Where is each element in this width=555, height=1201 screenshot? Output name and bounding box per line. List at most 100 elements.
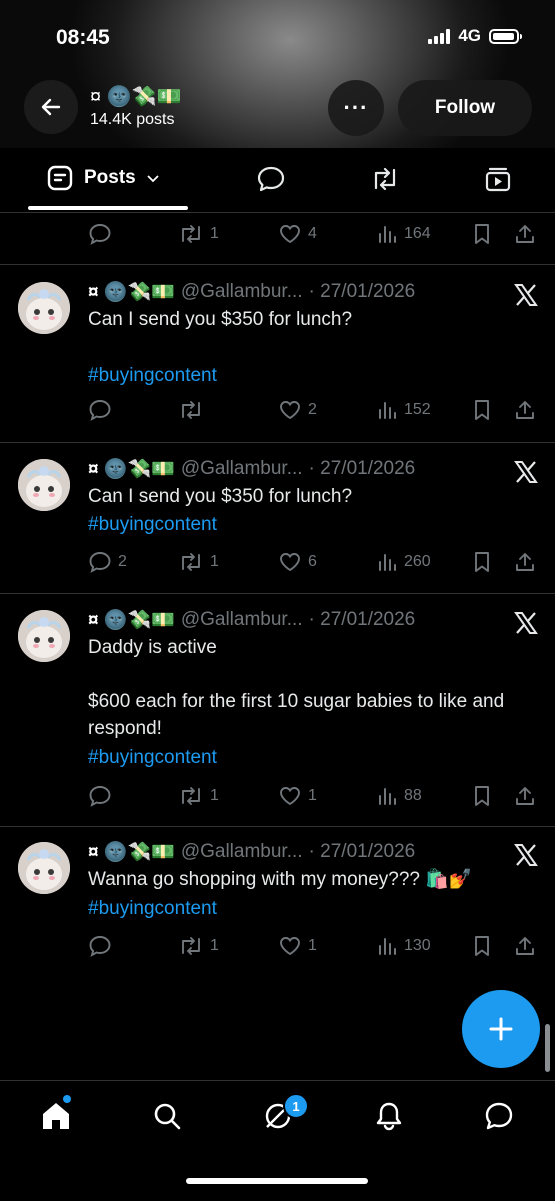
x-logo bbox=[512, 841, 540, 869]
post-author-name[interactable]: ¤ 🌚💸💵 bbox=[88, 840, 175, 864]
avatar[interactable] bbox=[18, 610, 70, 662]
like-count: 2 bbox=[308, 401, 317, 418]
post-actions: 1 1 130 bbox=[88, 932, 538, 960]
bookmark-button[interactable] bbox=[472, 932, 492, 960]
bookmark-button[interactable] bbox=[472, 548, 492, 576]
share-button[interactable] bbox=[514, 548, 536, 576]
post-date[interactable]: · 27/01/2026 bbox=[309, 609, 416, 631]
scrollbar[interactable] bbox=[545, 1024, 550, 1072]
bookmark-icon bbox=[475, 936, 489, 956]
like-count: 6 bbox=[308, 553, 317, 570]
x-logo-icon bbox=[514, 284, 538, 306]
tab-posts[interactable]: Posts bbox=[46, 164, 160, 192]
nav-search[interactable] bbox=[149, 1098, 185, 1134]
reply-icon bbox=[89, 552, 111, 573]
repost-icon bbox=[182, 937, 200, 955]
compose-button[interactable] bbox=[462, 990, 540, 1068]
battery-icon bbox=[489, 28, 522, 44]
share-button[interactable] bbox=[514, 782, 536, 810]
repost-button[interactable]: 1 bbox=[178, 548, 219, 576]
posts-icon bbox=[47, 165, 73, 191]
post-date[interactable]: · 27/01/2026 bbox=[309, 281, 416, 303]
reply-count: 2 bbox=[118, 553, 127, 570]
like-button[interactable]: 2 bbox=[278, 396, 317, 424]
reply-button[interactable] bbox=[88, 220, 112, 248]
post-handle[interactable]: @Gallambur... bbox=[181, 609, 303, 631]
avatar[interactable] bbox=[18, 459, 70, 511]
repost-button[interactable]: 1 bbox=[178, 932, 219, 960]
post-actions: 1 1 88 bbox=[88, 782, 538, 810]
x-logo-icon bbox=[514, 461, 538, 483]
reply-button[interactable]: 2 bbox=[88, 548, 127, 576]
views-icon bbox=[379, 554, 396, 571]
repost-button[interactable]: 1 bbox=[178, 220, 219, 248]
post-handle[interactable]: @Gallambur... bbox=[181, 458, 303, 480]
share-button[interactable] bbox=[514, 220, 536, 248]
repost-icon bbox=[182, 787, 200, 805]
bell-icon bbox=[376, 1102, 402, 1131]
tab-media[interactable] bbox=[482, 164, 514, 194]
reply-button[interactable] bbox=[88, 932, 118, 960]
profile-post-count: 14.4K posts bbox=[90, 111, 175, 128]
post-author-name[interactable]: ¤ 🌚💸💵 bbox=[88, 608, 175, 632]
share-icon bbox=[516, 553, 534, 571]
repost-button[interactable]: 1 bbox=[178, 782, 219, 810]
views-button[interactable]: 164 bbox=[376, 220, 431, 248]
share-icon bbox=[516, 401, 534, 419]
post-actions-top: 1 4 164 bbox=[88, 220, 538, 248]
bookmark-button[interactable] bbox=[472, 782, 492, 810]
view-count: 164 bbox=[404, 225, 431, 242]
post-header: ¤ 🌚💸💵 @Gallambur... · 27/01/2026 bbox=[88, 280, 415, 304]
post-text: Daddy is active $600 each for the first … bbox=[88, 637, 505, 739]
reply-button[interactable] bbox=[88, 782, 118, 810]
like-button[interactable]: 4 bbox=[278, 220, 317, 248]
view-count: 260 bbox=[404, 553, 431, 570]
avatar[interactable] bbox=[18, 282, 70, 334]
nav-notifications[interactable] bbox=[371, 1098, 407, 1134]
repost-count: 1 bbox=[210, 553, 219, 570]
post-date[interactable]: · 27/01/2026 bbox=[309, 841, 416, 863]
views-icon bbox=[379, 788, 396, 805]
views-icon bbox=[379, 402, 396, 419]
post-handle[interactable]: @Gallambur... bbox=[181, 281, 303, 303]
signal-icon bbox=[428, 28, 451, 44]
views-icon bbox=[379, 938, 396, 955]
bookmark-button[interactable] bbox=[472, 220, 492, 248]
tab-reposts[interactable] bbox=[369, 164, 401, 194]
views-button[interactable]: 88 bbox=[376, 782, 422, 810]
post-actions: 2 1 6 260 bbox=[88, 548, 538, 576]
tab-replies[interactable] bbox=[255, 164, 287, 194]
post-handle[interactable]: @Gallambur... bbox=[181, 841, 303, 863]
post-author-name[interactable]: ¤ 🌚💸💵 bbox=[88, 457, 175, 481]
back-button[interactable] bbox=[24, 80, 78, 134]
heart-icon bbox=[280, 553, 300, 572]
views-button[interactable]: 260 bbox=[376, 548, 431, 576]
nav-messages[interactable] bbox=[481, 1098, 517, 1134]
like-button[interactable]: 6 bbox=[278, 548, 317, 576]
bookmark-button[interactable] bbox=[472, 396, 492, 424]
like-button[interactable]: 1 bbox=[278, 932, 317, 960]
follow-button[interactable]: Follow bbox=[398, 80, 532, 136]
active-tab-indicator bbox=[28, 206, 188, 210]
repost-button[interactable] bbox=[178, 396, 210, 424]
home-icon bbox=[43, 1103, 69, 1129]
reply-icon bbox=[89, 400, 111, 421]
views-button[interactable]: 130 bbox=[376, 932, 431, 960]
post-hashtag[interactable]: #buyingcontent bbox=[88, 511, 538, 538]
avatar[interactable] bbox=[18, 842, 70, 894]
repost-icon bbox=[374, 167, 396, 191]
views-button[interactable]: 152 bbox=[376, 396, 431, 424]
more-options-button[interactable]: ··· bbox=[328, 80, 384, 136]
post-hashtag[interactable]: #buyingcontent bbox=[88, 895, 538, 922]
nav-home[interactable] bbox=[38, 1098, 74, 1134]
post-date[interactable]: · 27/01/2026 bbox=[309, 458, 416, 480]
post-author-name[interactable]: ¤ 🌚💸💵 bbox=[88, 280, 175, 304]
share-button[interactable] bbox=[514, 396, 536, 424]
like-button[interactable]: 1 bbox=[278, 782, 317, 810]
share-button[interactable] bbox=[514, 932, 536, 960]
bookmark-icon bbox=[475, 786, 489, 806]
post-header: ¤ 🌚💸💵 @Gallambur... · 27/01/2026 bbox=[88, 840, 415, 864]
post-hashtag[interactable]: #buyingcontent bbox=[88, 744, 538, 771]
reply-button[interactable] bbox=[88, 396, 118, 424]
post-hashtag[interactable]: #buyingcontent bbox=[88, 362, 538, 389]
